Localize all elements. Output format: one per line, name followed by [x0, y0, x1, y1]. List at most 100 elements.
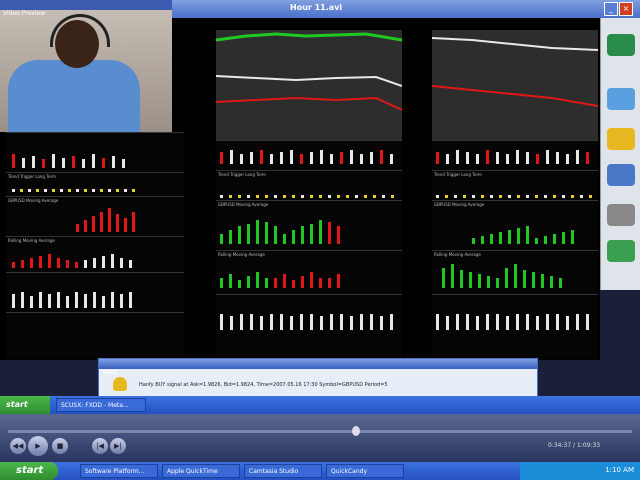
indicator-bar	[39, 292, 42, 308]
indicator-pane: Rolling Moving Average	[216, 250, 402, 295]
taskbar-item-1[interactable]: Software Platform...	[80, 464, 158, 478]
indicator-bar	[68, 189, 71, 192]
indicator-bar	[478, 274, 481, 288]
gear-icon[interactable]	[607, 204, 635, 226]
network-icon[interactable]	[607, 240, 635, 262]
indicator-bar	[328, 278, 331, 288]
indicator-bar	[220, 278, 223, 288]
chart-panel-1[interactable]: Trend Trigger Long Term GBPUSD Moving Av…	[6, 132, 184, 359]
smiley-icon[interactable]	[607, 128, 635, 150]
recorded-task-item[interactable]: SCUSX: FXDD - Meta...	[56, 398, 146, 412]
indicator-bar	[22, 158, 25, 168]
indicator-bar	[283, 195, 286, 198]
indicator-bar	[12, 294, 15, 308]
indicator-bar	[44, 189, 47, 192]
taskbar-item-4[interactable]: QuickCandy	[326, 464, 404, 478]
indicator-pane: Trend Trigger Long Term	[6, 172, 184, 197]
indicator-bar	[576, 150, 579, 164]
taskbar-item-2[interactable]: Apple QuickTime	[162, 464, 240, 478]
indicator-bar	[76, 189, 79, 192]
play-icon[interactable]: ▶	[28, 436, 48, 456]
recorded-start-button[interactable]: start	[0, 396, 50, 414]
indicator-bar	[526, 226, 529, 244]
indicator-bar	[230, 316, 233, 330]
indicator-bar	[340, 152, 343, 164]
alert-message: Hanfy BUY signal at Ask=1.9826, Bid=1.98…	[139, 382, 388, 388]
indicator-bar	[456, 150, 459, 164]
recorded-taskbar: start SCUSX: FXDD - Meta...	[0, 396, 640, 414]
indicator-bar	[220, 152, 223, 164]
indicator-bar	[129, 292, 132, 308]
indicator-bar	[390, 154, 393, 164]
webcam-app-icon[interactable]	[607, 34, 635, 56]
alert-titlebar: Alert	[99, 359, 537, 376]
indicator-bar	[250, 314, 253, 330]
indicator-bar	[472, 238, 475, 244]
indicator-bar	[247, 224, 250, 244]
close-button[interactable]: ×	[619, 2, 633, 16]
indicator-bar	[12, 262, 15, 268]
indicator-bar	[220, 314, 223, 330]
indicator-bar	[108, 189, 111, 192]
user-icon[interactable]	[607, 88, 635, 110]
camera-sidebar	[600, 18, 640, 290]
indicator-bar	[57, 292, 60, 308]
indicator-bar	[220, 234, 223, 244]
indicator-bar	[541, 274, 544, 288]
indicator-bar	[229, 195, 232, 198]
indicator-bar	[52, 189, 55, 192]
presenter-body	[8, 60, 140, 132]
alert-dialog[interactable]: Alert Hanfy BUY signal at Ask=1.9826, Bi…	[98, 358, 538, 398]
media-player-controls: ◀◀ ▶ ■ |◀ ▶| 0:34:37 / 1:09:33	[0, 414, 640, 462]
start-button[interactable]: start	[0, 462, 58, 480]
indicator-pane	[6, 312, 184, 359]
indicator-bar	[274, 195, 277, 198]
webcam-titlebar: Video Preview	[0, 0, 172, 17]
next-icon[interactable]: ▶|	[110, 438, 126, 454]
previous-icon[interactable]: |◀	[92, 438, 108, 454]
indicator-bar	[436, 152, 439, 164]
indicator-pane	[216, 294, 402, 359]
indicator-bar	[505, 268, 508, 288]
indicator-bar	[436, 195, 439, 198]
indicator-bar	[84, 220, 87, 232]
indicator-bar	[290, 150, 293, 164]
indicator-bar	[48, 294, 51, 308]
monitor-icon[interactable]	[607, 164, 635, 186]
indicator-bar	[451, 264, 454, 288]
indicator-bar	[256, 195, 259, 198]
minimize-button[interactable]: _	[604, 2, 618, 16]
indicator-bar	[481, 195, 484, 198]
stop-icon[interactable]: ■	[52, 438, 68, 454]
taskbar-item-3[interactable]: Camtasia Studio	[244, 464, 322, 478]
indicator-bar	[220, 195, 223, 198]
indicator-bar	[330, 314, 333, 330]
seek-bar[interactable]	[8, 430, 632, 433]
indicator-bar	[75, 292, 78, 308]
clock: 1:10 AM	[605, 466, 634, 474]
indicator-bar	[562, 232, 565, 244]
indicator-bar	[301, 276, 304, 288]
indicator-bar	[586, 152, 589, 164]
indicator-pane: GBPUSD Moving Average	[6, 196, 184, 237]
indicator-bar	[346, 195, 349, 198]
indicator-bar	[337, 195, 340, 198]
indicator-bar	[256, 220, 259, 244]
seek-knob[interactable]	[352, 426, 360, 436]
indicator-bar	[566, 316, 569, 330]
indicator-bar	[270, 154, 273, 164]
indicator-bar	[84, 260, 87, 268]
system-tray: 1:10 AM	[520, 462, 640, 480]
indicator-bar	[240, 314, 243, 330]
webcam-preview[interactable]: Video Preview	[0, 0, 172, 132]
indicator-bar	[310, 152, 313, 164]
indicator-bar	[230, 150, 233, 164]
indicator-bar	[292, 230, 295, 244]
rewind-icon[interactable]: ◀◀	[10, 438, 26, 454]
indicator-bar	[260, 316, 263, 330]
indicator-bar	[290, 316, 293, 330]
indicator-bar	[499, 195, 502, 198]
indicator-bar	[553, 195, 556, 198]
indicator-bar	[337, 274, 340, 288]
indicator-bar	[92, 189, 95, 192]
